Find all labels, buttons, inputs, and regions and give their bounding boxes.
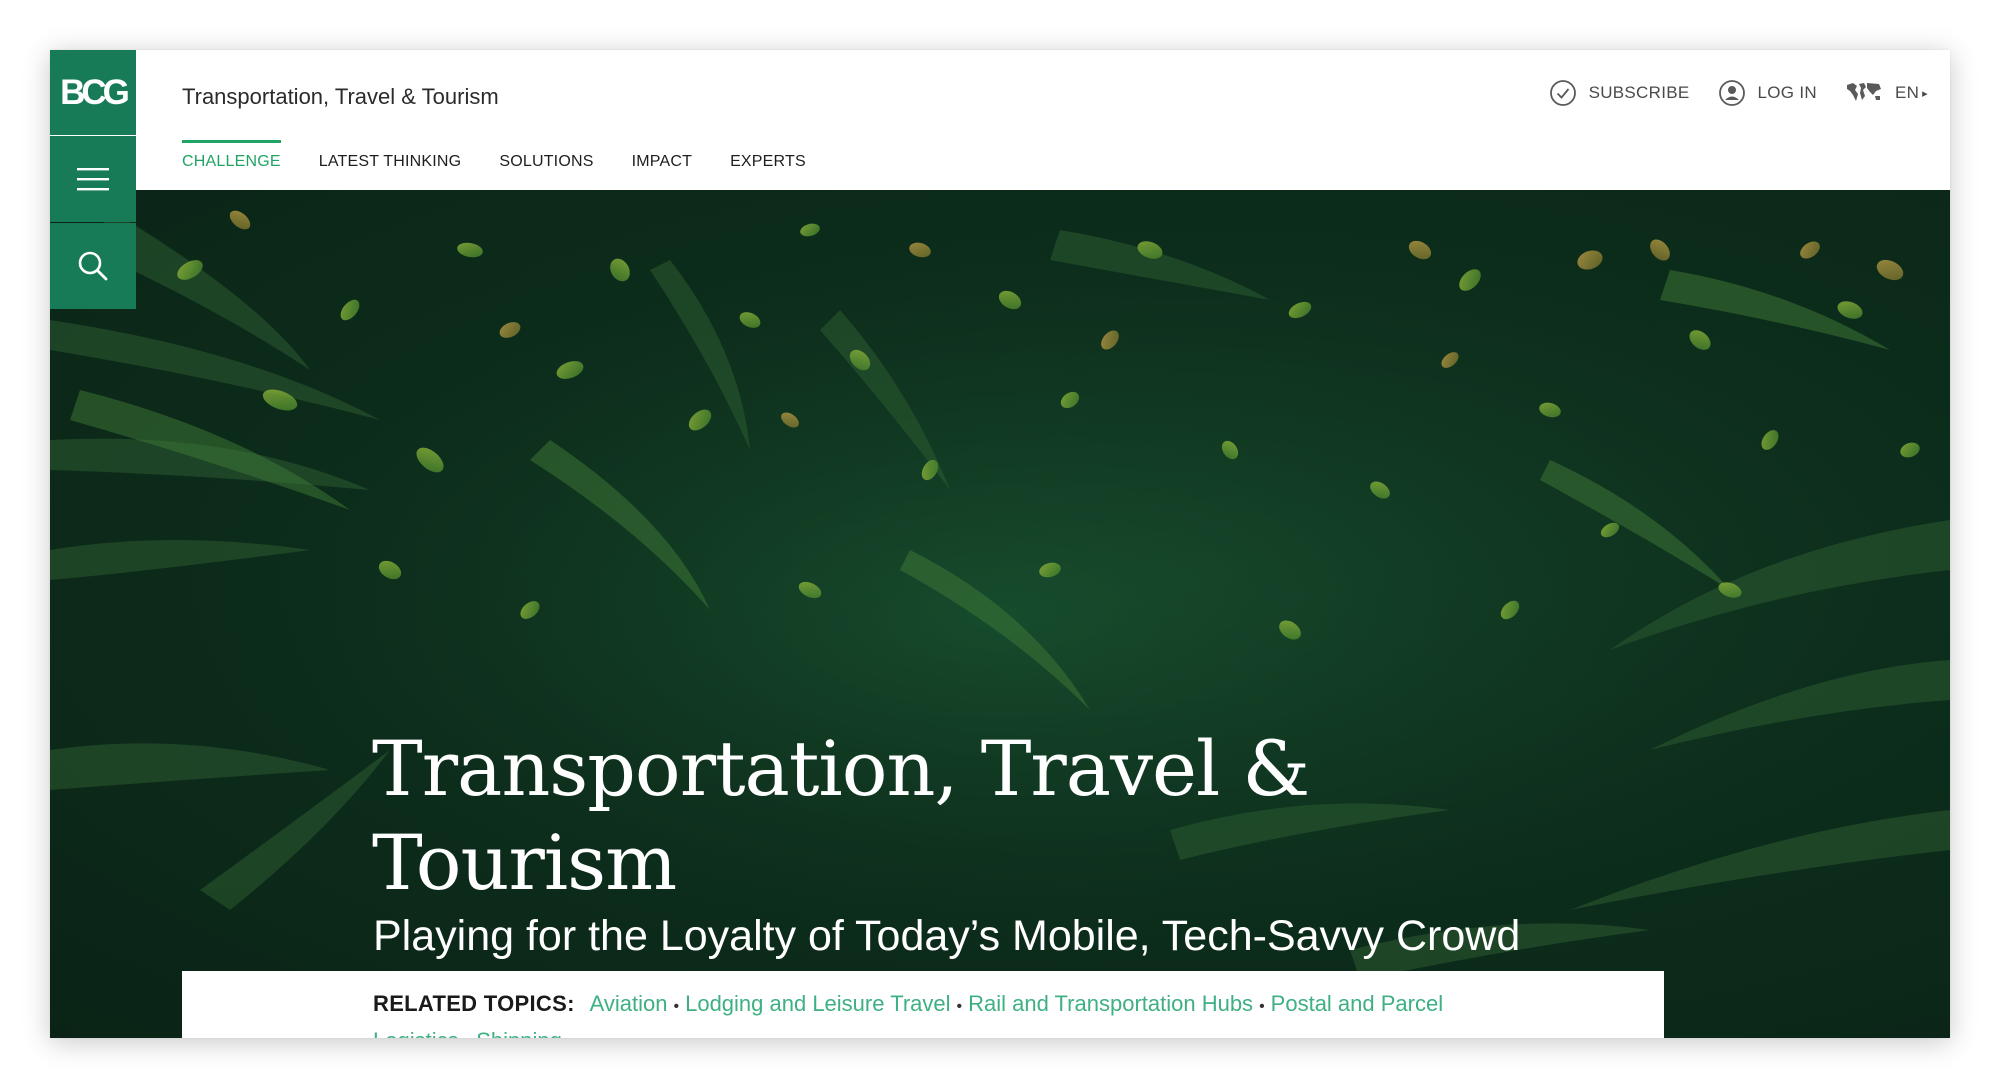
bullet-separator: • (956, 998, 963, 1015)
subscribe-button[interactable]: SUBSCRIBE (1549, 79, 1690, 107)
world-map-icon (1846, 83, 1881, 101)
header-actions: SUBSCRIBE LOG IN EN ▸ (1521, 78, 1928, 108)
menu-button[interactable] (50, 136, 136, 222)
tab-solutions[interactable]: SOLUTIONS (499, 142, 593, 190)
site-title[interactable]: Transportation, Travel & Tourism (182, 84, 499, 110)
logo-text: BCG (60, 72, 130, 112)
browser-page-frame: BCG Transportation, Travel & Tourism CHA… (50, 50, 1950, 1038)
subscribe-label: SUBSCRIBE (1588, 83, 1690, 102)
hero-banner: Transportation, Travel & Tourism Playing… (50, 190, 1950, 1038)
bullet-separator: • (673, 998, 680, 1015)
search-button[interactable] (50, 223, 136, 309)
hamburger-icon (77, 168, 109, 191)
login-label: LOG IN (1757, 83, 1817, 102)
user-circle-icon (1718, 80, 1745, 106)
related-topics-label: RELATED TOPICS: (373, 991, 575, 1016)
site-header: Transportation, Travel & Tourism CHALLEN… (136, 50, 1950, 190)
bcg-logo[interactable]: BCG (50, 50, 136, 135)
hero-title: Transportation, Travel & Tourism (372, 724, 1310, 907)
language-selector[interactable]: EN ▸ (1845, 81, 1928, 105)
caret-right-icon: ▸ (1922, 87, 1928, 100)
tab-challenge[interactable]: CHALLENGE (182, 140, 281, 190)
left-rail: BCG (50, 50, 136, 309)
tab-latest-thinking[interactable]: LATEST THINKING (319, 142, 462, 190)
falling-leaves-illustration (50, 190, 1950, 1038)
bullet-separator: • (465, 1035, 471, 1038)
tab-experts[interactable]: EXPERTS (730, 142, 806, 190)
related-topics-card: RELATED TOPICS: Aviation • Lodging and Lei… (182, 971, 1664, 1038)
tab-impact[interactable]: IMPACT (632, 142, 692, 190)
topic-link-rail[interactable]: Rail and Transportation Hubs (968, 991, 1253, 1016)
bullet-separator: • (1259, 998, 1265, 1015)
topic-link-aviation[interactable]: Aviation (590, 991, 668, 1016)
related-topics-list: RELATED TOPICS: Aviation • Lodging and Lei… (373, 987, 1553, 1038)
language-label: EN (1894, 83, 1920, 102)
hero-subtitle: Playing for the Loyalty of Today’s Mobil… (373, 912, 1521, 960)
login-button[interactable]: LOG IN (1718, 79, 1817, 107)
topic-link-lodging[interactable]: Lodging and Leisure Travel (685, 991, 950, 1016)
check-circle-icon (1549, 80, 1576, 106)
topic-link-shipping[interactable]: Shipping (476, 1028, 562, 1038)
search-icon (78, 251, 108, 281)
section-tabs: CHALLENGE LATEST THINKING SOLUTIONS IMPA… (182, 140, 844, 190)
